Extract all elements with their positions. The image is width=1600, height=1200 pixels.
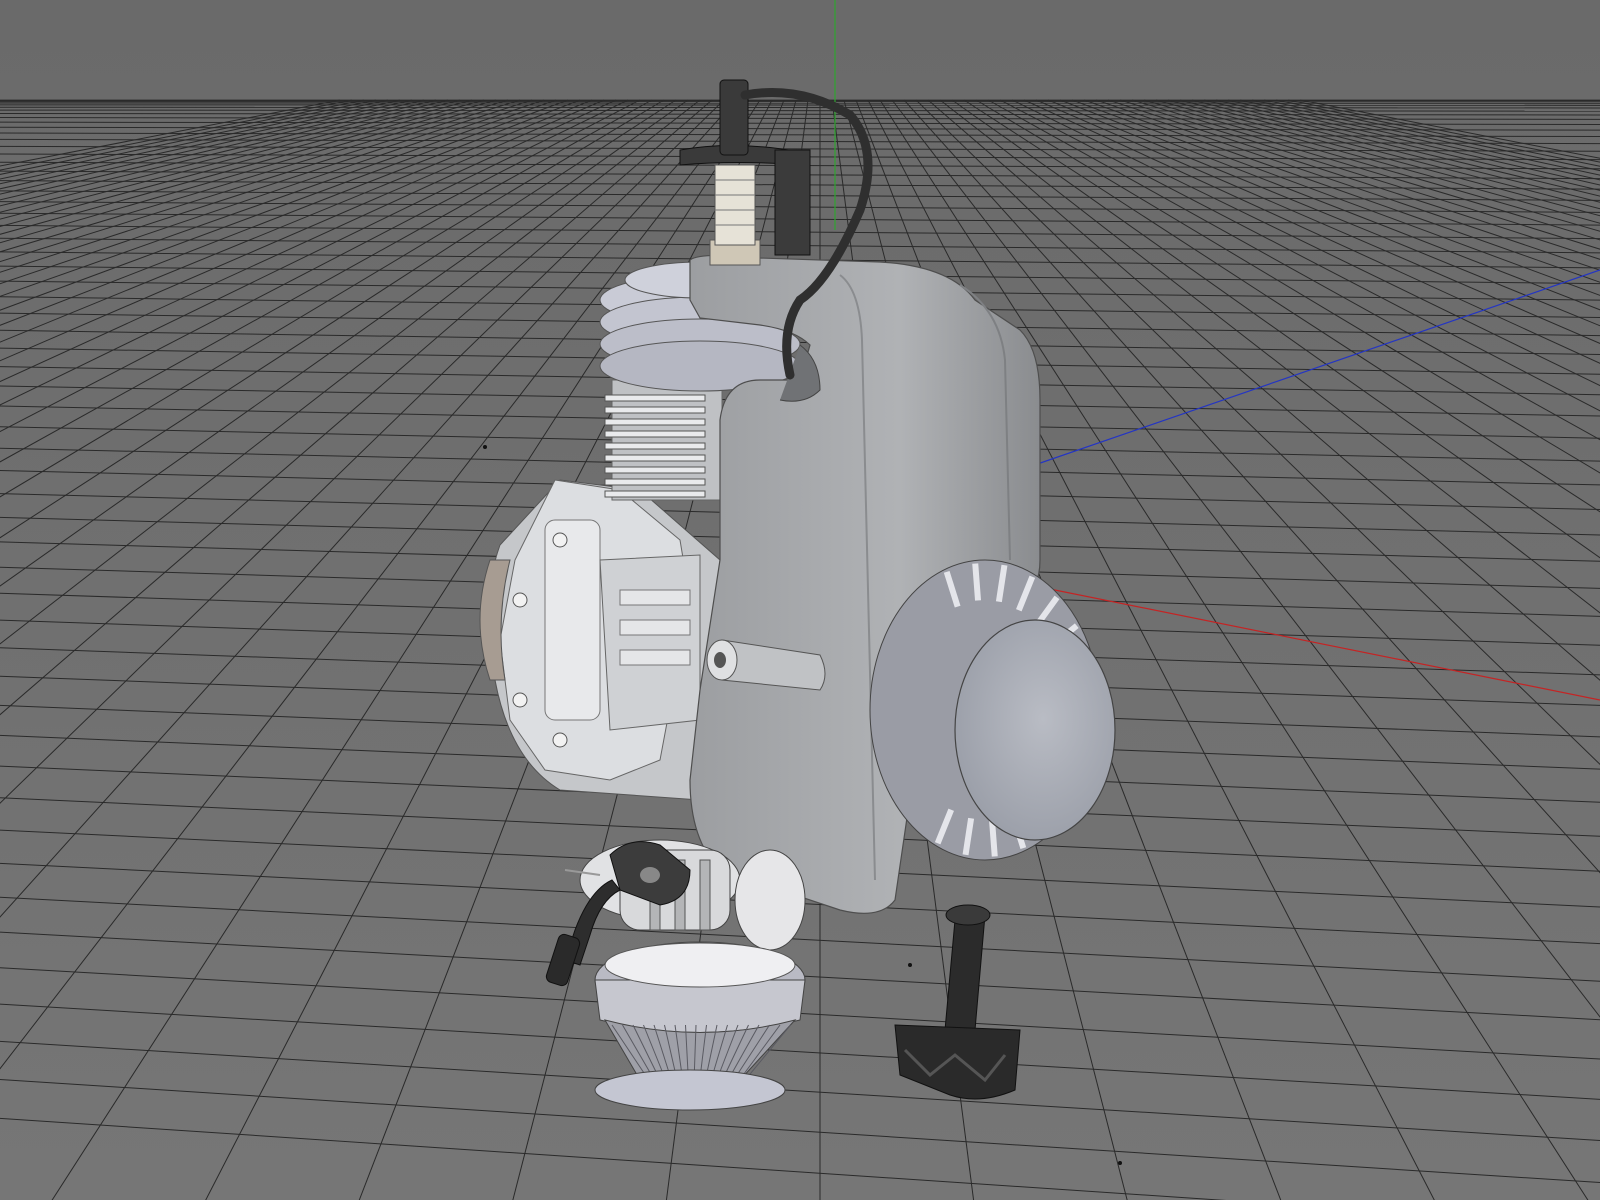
cooling-fin [604, 454, 706, 462]
viewport-point [908, 963, 912, 967]
grid-line [0, 104, 1600, 106]
cooling-fin [604, 466, 706, 474]
cooling-fin [604, 478, 706, 486]
cooling-fin [604, 442, 706, 450]
viewport-point [483, 445, 487, 449]
cooling-fin [604, 406, 706, 414]
viewport-canvas[interactable] [0, 0, 1600, 1200]
cooling-fin [604, 394, 706, 402]
air-filter[interactable] [594, 941, 806, 1111]
3d-viewport[interactable] [0, 0, 1600, 1200]
cooling-fin [604, 490, 706, 498]
starter-vent-rib [972, 563, 982, 601]
cooling-fin [604, 430, 706, 438]
viewport-point [1118, 1161, 1122, 1165]
cooling-fin [604, 418, 706, 426]
